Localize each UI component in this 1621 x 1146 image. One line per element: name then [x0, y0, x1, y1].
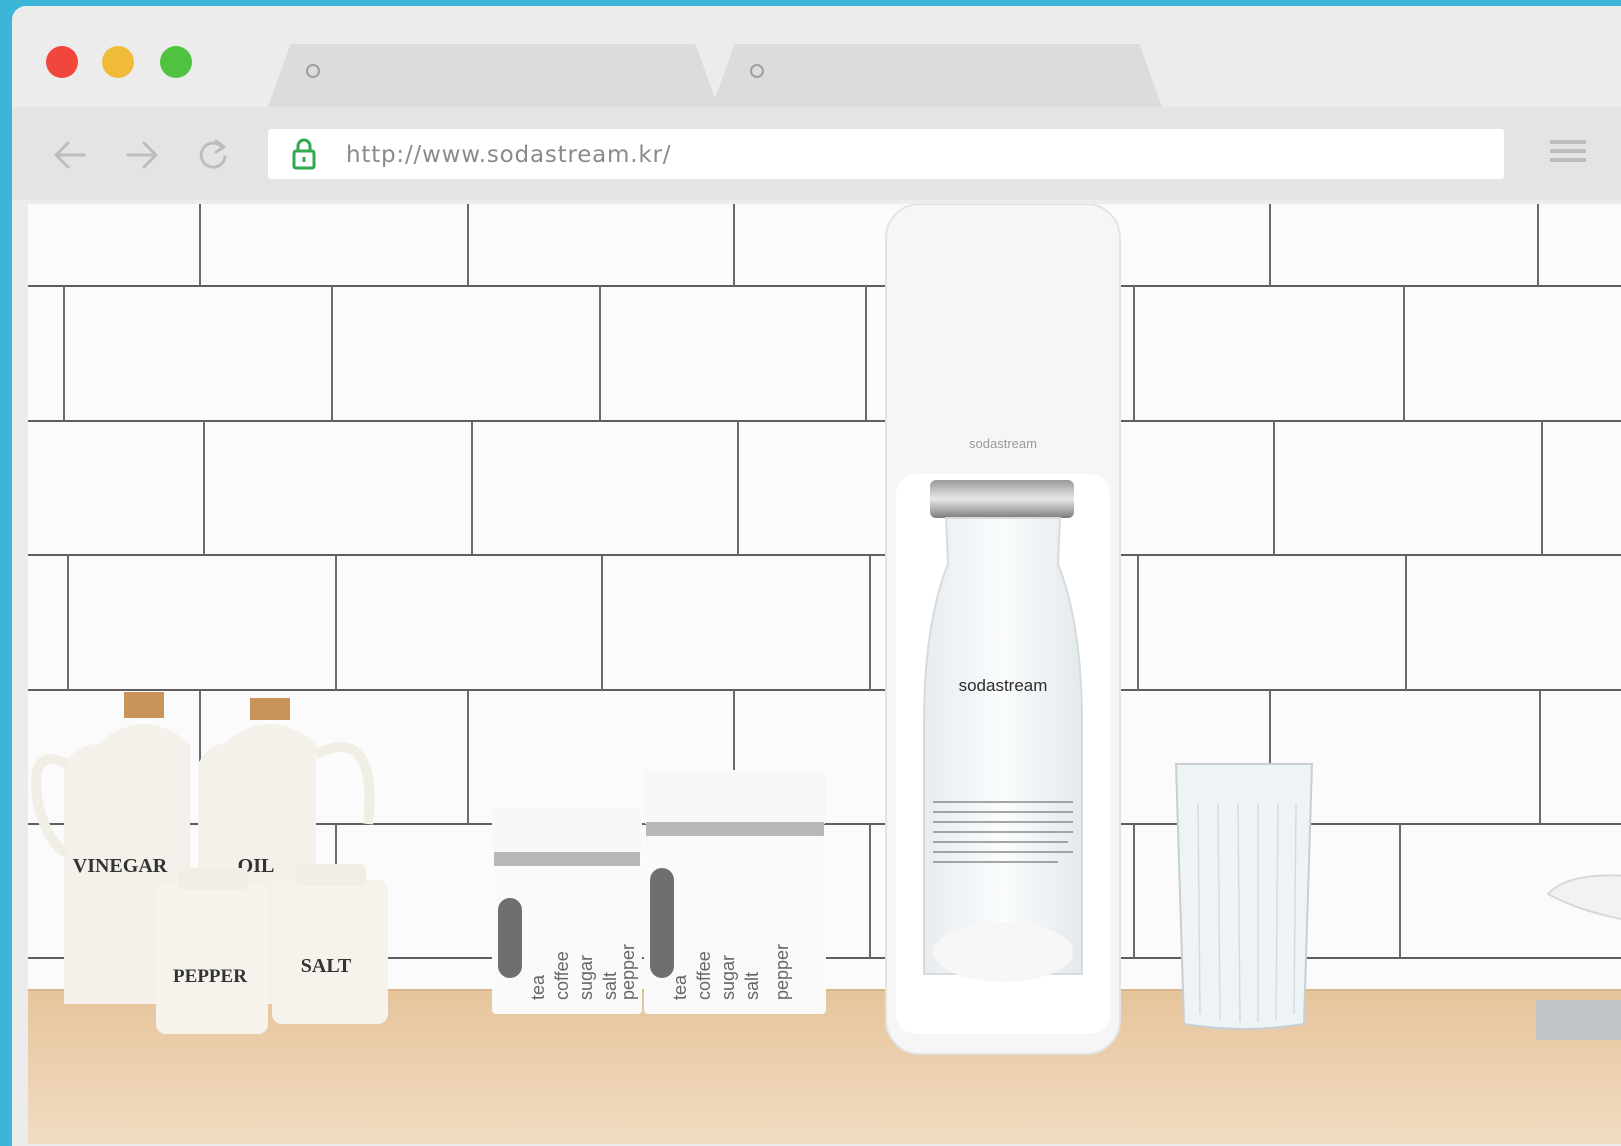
canister-right: tea coffee sugar salt pepper: [644, 770, 826, 1014]
padlock-icon: [292, 138, 316, 170]
close-window-button[interactable]: [46, 46, 78, 78]
hamburger-menu-icon[interactable]: [1550, 135, 1586, 171]
forward-arrow-icon[interactable]: [122, 137, 162, 173]
canister-word-coffee: coffee: [552, 951, 572, 1000]
canister-word-pepper: pepper: [618, 944, 638, 1000]
canister-left: tea coffee sugar salt pepper: [492, 808, 642, 1014]
tab-2[interactable]: [712, 44, 1162, 107]
tab-strip: [12, 6, 1621, 107]
canister-word-tea: tea: [528, 974, 548, 1000]
canister-word-pepper: pepper: [772, 944, 792, 1000]
vinegar-label: VINEGAR: [73, 855, 168, 877]
browser-window: http://www.sodastream.kr/ VINEGAR OIL PE…: [12, 6, 1621, 1146]
kitchen-photo: VINEGAR OIL PEPPER SALT tea coffee sugar…: [28, 204, 1621, 1144]
canister-word-salt: salt: [742, 972, 762, 1000]
address-bar[interactable]: http://www.sodastream.kr/: [268, 129, 1504, 179]
minimize-window-button[interactable]: [102, 46, 134, 78]
browser-toolbar: http://www.sodastream.kr/: [12, 107, 1621, 200]
canister-word-sugar: sugar: [718, 955, 738, 1000]
tab-favicon-icon: [306, 64, 320, 78]
canister-word-sugar: sugar: [576, 955, 596, 1000]
soda-machine: sodastream sodastream: [885, 204, 1121, 1055]
canister-word-salt: salt: [600, 972, 620, 1000]
tab-favicon-icon: [750, 64, 764, 78]
back-arrow-icon[interactable]: [50, 137, 90, 173]
pepper-shaker: PEPPER: [156, 868, 268, 1034]
canister-word-tea: tea: [670, 974, 690, 1000]
bottle-brand-label: sodastream: [959, 676, 1048, 695]
reload-icon[interactable]: [194, 137, 234, 173]
page-viewport: VINEGAR OIL PEPPER SALT tea coffee sugar…: [28, 204, 1621, 1144]
tab-1[interactable]: [268, 44, 718, 107]
pepper-label: PEPPER: [173, 966, 247, 987]
salt-label: SALT: [301, 955, 352, 977]
url-text: http://www.sodastream.kr/: [346, 142, 672, 168]
machine-brand-label: sodastream: [969, 436, 1037, 451]
drinking-glass: [1174, 763, 1314, 1030]
salt-shaker: SALT: [272, 864, 388, 1024]
zoom-window-button[interactable]: [160, 46, 192, 78]
canister-word-coffee: coffee: [694, 951, 714, 1000]
